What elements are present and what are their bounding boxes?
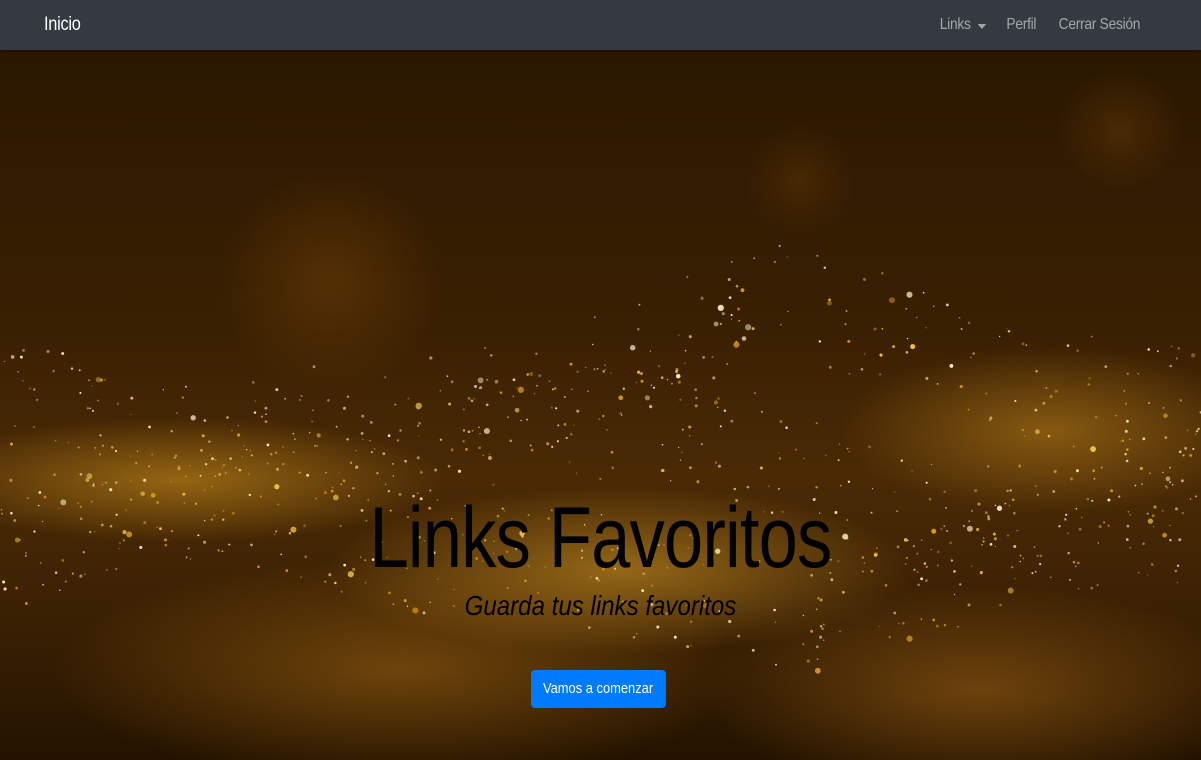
logout-link[interactable]: Cerrar Sesión bbox=[1059, 16, 1141, 34]
navbar-links: Links Perfil Cerrar Sesión bbox=[936, 16, 1147, 34]
hero-title: Links Favoritos bbox=[369, 490, 833, 586]
hero-section: Links Favoritos Guarda tus links favorit… bbox=[0, 50, 1201, 760]
chevron-down-icon bbox=[977, 23, 986, 29]
links-dropdown-toggle[interactable]: Links bbox=[939, 16, 986, 34]
top-navbar: Inicio Links Perfil Cerrar Sesión bbox=[0, 0, 1201, 50]
hero-subtitle: Guarda tus links favoritos bbox=[464, 590, 737, 621]
start-button-label: Vamos a comenzar bbox=[543, 680, 654, 697]
brand-home-link[interactable]: Inicio bbox=[44, 14, 81, 36]
hero-content: Links Favoritos Guarda tus links favorit… bbox=[0, 50, 1201, 760]
profile-link[interactable]: Perfil bbox=[1006, 16, 1036, 34]
start-button[interactable]: Vamos a comenzar bbox=[531, 670, 666, 708]
links-dropdown-label: Links bbox=[939, 16, 971, 33]
